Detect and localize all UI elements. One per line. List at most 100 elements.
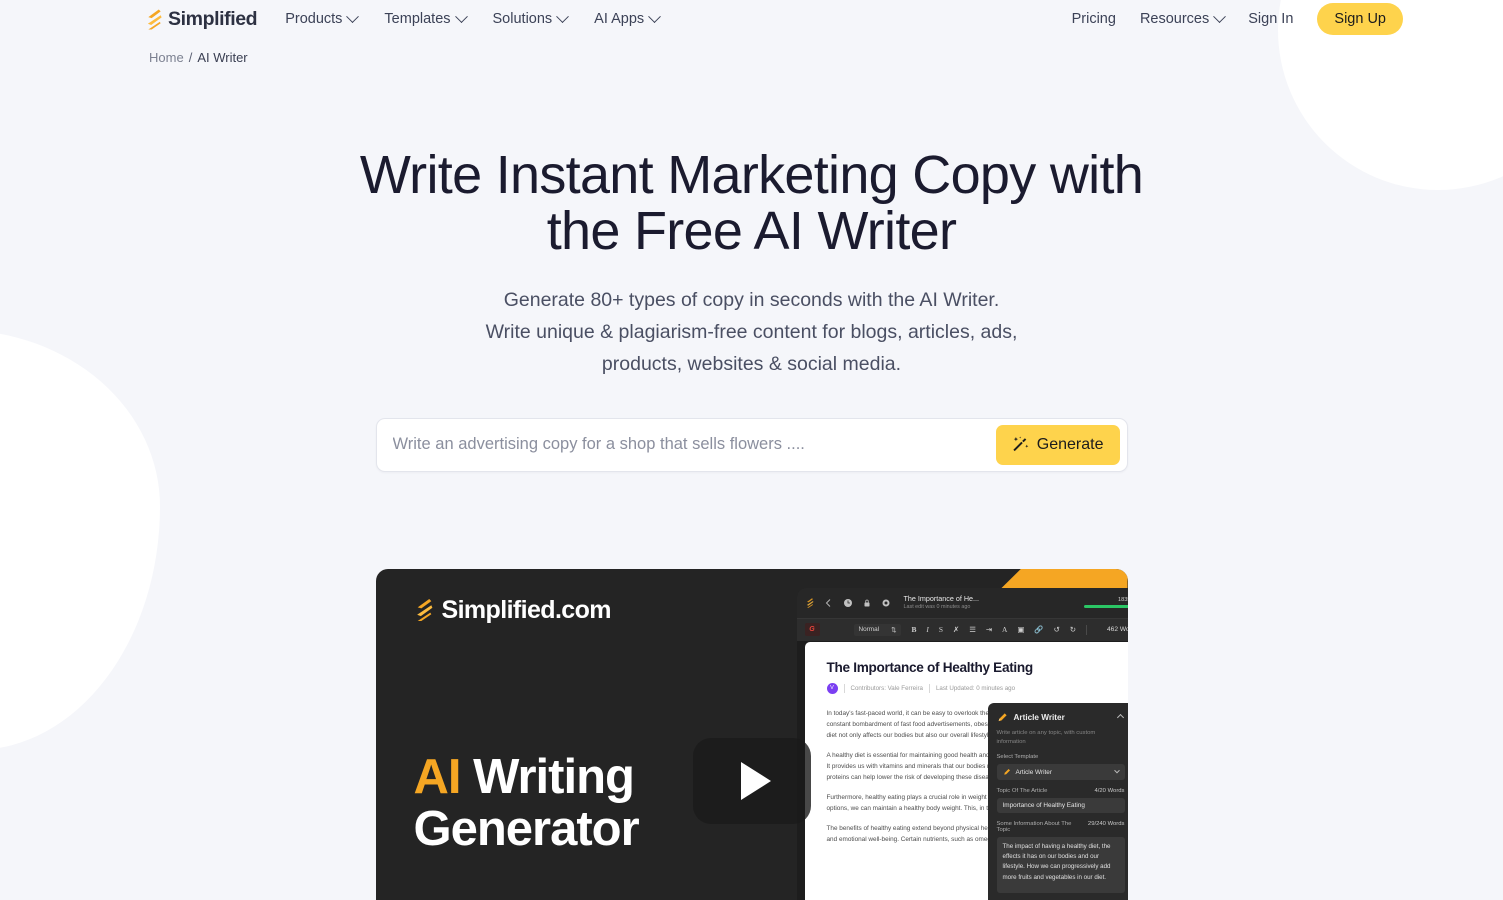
nav-label: Sign In <box>1248 11 1294 27</box>
chevron-down-icon <box>556 9 570 23</box>
credits-progress-fill <box>1083 605 1128 609</box>
hero-subtitle: Generate 80+ types of copy in seconds wi… <box>0 285 1503 380</box>
nav-item-products[interactable]: Products <box>285 9 360 27</box>
settings-gear-icon[interactable] <box>881 598 891 608</box>
simplified-logo-icon <box>806 597 813 608</box>
breadcrumb-home-link[interactable]: Home <box>149 50 184 65</box>
word-count: 462 Words <box>1106 626 1128 634</box>
topic-input[interactable]: Importance of Healthy Eating <box>996 798 1125 814</box>
indent-button[interactable]: ⇥ <box>986 625 992 634</box>
prompt-bar: Generate <box>375 417 1128 472</box>
pencil-icon <box>1003 769 1010 775</box>
text-color-button[interactable]: A <box>1002 625 1007 634</box>
prompt-input[interactable] <box>376 435 996 455</box>
last-updated-text: Last Updated: 0 minutes ago <box>935 684 1016 692</box>
list-button[interactable]: ☰ <box>969 625 976 634</box>
info-textarea[interactable]: The impact of having a healthy diet, the… <box>996 837 1125 894</box>
page-root: Simplified Products Templates Solutions … <box>0 0 1503 900</box>
brand-logo[interactable]: Simplified <box>145 8 258 31</box>
nav-label: Resources <box>1139 11 1210 27</box>
grammarly-icon[interactable]: G <box>804 623 820 637</box>
chevron-updown-icon: ⇅ <box>891 626 897 634</box>
nav-item-templates[interactable]: Templates <box>384 9 468 27</box>
nav-item-sign-in[interactable]: Sign In <box>1248 11 1293 27</box>
video-thumbnail-card[interactable]: Simplified.com AI Writing Generator The … <box>375 568 1128 900</box>
article-writer-description: Write article on any topic, with custom … <box>996 729 1096 745</box>
editor-topbar: The Importance of He... Last edit was 0 … <box>796 587 1128 618</box>
topic-label: Topic Of The Article <box>996 788 1048 795</box>
lock-icon[interactable] <box>862 598 872 608</box>
template-select[interactable]: Article Writer <box>996 764 1125 781</box>
article-writer-title: Article Writer <box>1013 712 1065 722</box>
editor-toolbar: G Normal ⇅ B I S ✗ ☰ ⇥ A ▣ 🔗 ↺ ↻ 462 Wor… <box>796 617 1128 641</box>
article-writer-header: Article Writer <box>997 712 1125 723</box>
info-counter: 29/240 Words <box>1087 821 1125 828</box>
nav-item-resources[interactable]: Resources <box>1139 9 1227 27</box>
document-title: The Importance of Healthy Eating <box>826 659 1034 675</box>
simplified-logo-icon <box>147 9 162 29</box>
generate-button[interactable]: Generate <box>995 424 1120 465</box>
video-headline-rest: Writing <box>460 749 635 804</box>
text-style-select[interactable]: Normal ⇅ <box>853 623 902 636</box>
hero-subtitle-line-3: products, websites & social media. <box>601 352 902 375</box>
chevron-down-icon <box>454 9 468 23</box>
bold-button[interactable]: B <box>911 625 916 634</box>
contributors-text: Contributors: Vale Ferreira <box>850 684 923 692</box>
credits-meter: 1835 / 252000 credits used <box>1083 597 1128 609</box>
meta-divider <box>928 683 930 693</box>
italic-button[interactable]: I <box>926 625 928 634</box>
select-template-label-text: Select Template <box>996 754 1039 761</box>
hero-section: Write Instant Marketing Copy with the Fr… <box>0 147 1503 381</box>
editor-doc-subtitle: Last edit was 0 minutes ago <box>903 603 971 610</box>
pencil-icon <box>998 713 1007 721</box>
nav-label: Templates <box>384 11 451 27</box>
hero-subtitle-line-2: Write unique & plagiarism-free content f… <box>485 321 1018 344</box>
nav-label: Pricing <box>1071 11 1116 27</box>
info-label: Some Information About The Topic <box>996 821 1072 834</box>
text-style-value: Normal <box>858 626 880 634</box>
select-template-label: Select Template <box>997 754 1125 760</box>
video-headline-highlight: AI <box>413 749 462 804</box>
breadcrumb: Home / AI Writer <box>0 38 1503 65</box>
nav-item-solutions[interactable]: Solutions <box>492 9 570 27</box>
article-writer-panel: Article Writer Write article on any topi… <box>987 702 1128 900</box>
credits-text: 1835 / 252000 credits used <box>1118 597 1128 604</box>
chevron-down-icon <box>1213 9 1227 23</box>
simplified-logo-icon <box>416 599 432 622</box>
nav-links: Products Templates Solutions AI Apps <box>285 9 662 27</box>
topic-counter: 4/20 Words <box>1094 788 1125 795</box>
image-button[interactable]: ▣ <box>1017 625 1024 634</box>
topic-label-row: Topic Of The Article 4/20 Words <box>997 788 1125 794</box>
chevron-down-icon <box>1113 768 1120 774</box>
nav-item-pricing[interactable]: Pricing <box>1072 11 1116 27</box>
video-headline-line-2: Generator <box>413 802 640 857</box>
breadcrumb-current: AI Writer <box>197 50 248 65</box>
magic-wand-icon <box>1013 436 1029 452</box>
nav-label: Solutions <box>492 11 553 27</box>
top-navbar: Simplified Products Templates Solutions … <box>0 0 1503 38</box>
redo-button[interactable]: ↻ <box>1070 625 1076 634</box>
link-icon[interactable]: 🔗 <box>1034 625 1043 634</box>
info-label-row: Some Information About The Topic 29/240 … <box>997 821 1125 833</box>
back-arrow-icon[interactable] <box>824 598 834 608</box>
nav-item-ai-apps[interactable]: AI Apps <box>594 9 662 27</box>
editor-doc-title: The Importance of He... <box>903 594 980 604</box>
strikethrough-button[interactable]: S <box>939 625 943 634</box>
page-title: Write Instant Marketing Copy with the Fr… <box>359 145 1144 262</box>
sign-up-button[interactable]: Sign Up <box>1317 3 1403 35</box>
document-meta: V Contributors: Vale Ferreira Last Updat… <box>826 682 1128 694</box>
breadcrumb-separator: / <box>188 50 193 65</box>
play-button[interactable] <box>692 737 811 824</box>
chevron-up-icon[interactable] <box>1116 713 1124 721</box>
undo-button[interactable]: ↺ <box>1054 625 1060 634</box>
clear-format-button[interactable]: ✗ <box>953 625 959 634</box>
avatar: V <box>826 682 838 694</box>
generate-button-label: Generate <box>1036 435 1104 453</box>
chevron-down-icon <box>346 9 360 23</box>
editor-doc-title-group: The Importance of He... Last edit was 0 … <box>903 594 980 610</box>
nav-label: AI Apps <box>594 11 645 27</box>
video-brand-text: Simplified.com <box>441 595 612 624</box>
toolbar-divider <box>1085 624 1087 635</box>
chevron-down-icon <box>648 9 662 23</box>
history-clock-icon[interactable] <box>843 598 853 608</box>
